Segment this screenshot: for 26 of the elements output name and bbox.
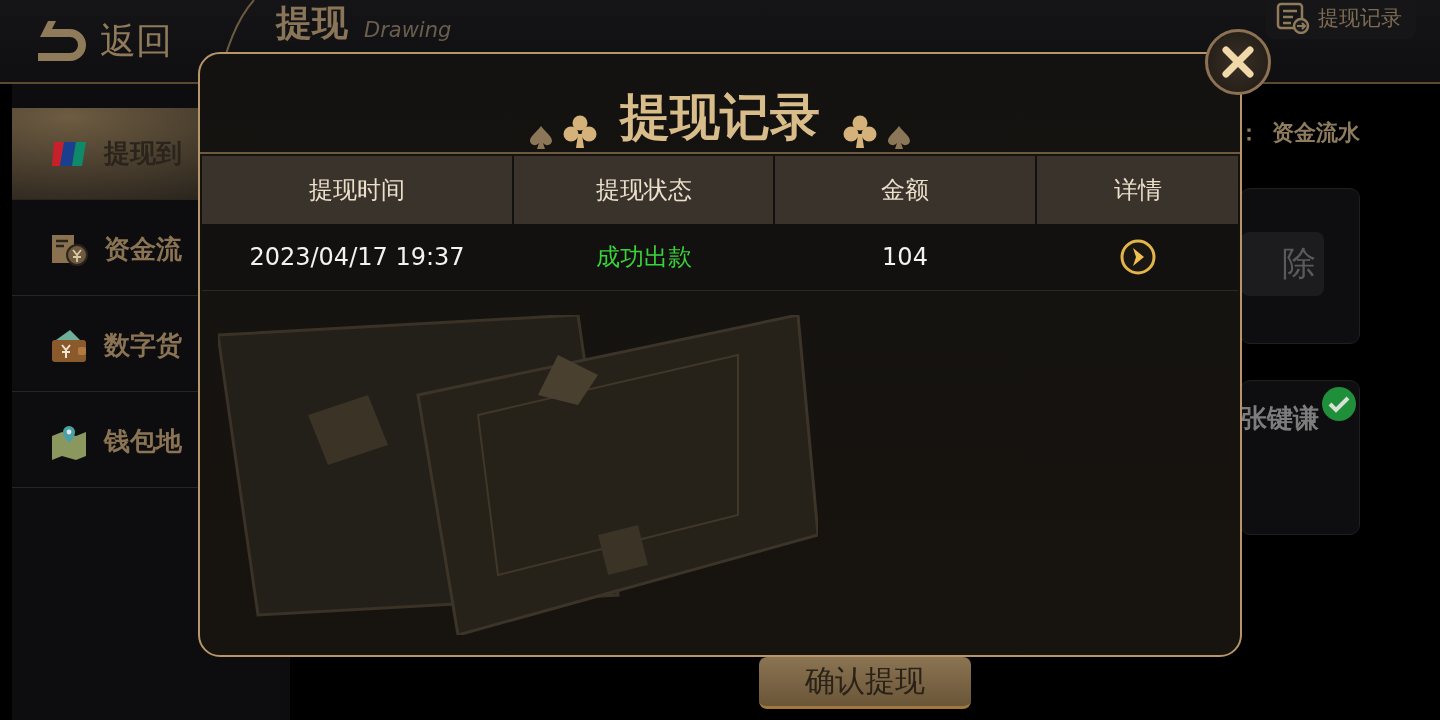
amount-cell-text: 104 bbox=[881, 242, 929, 273]
club-icon bbox=[842, 114, 878, 150]
records-button[interactable]: 提现记录 bbox=[1266, 0, 1416, 39]
list-icon bbox=[1276, 2, 1310, 34]
page-subtitle: Drawing bbox=[364, 19, 452, 41]
back-button[interactable]: 返回 bbox=[0, 0, 172, 82]
status-cell-text: 成功出款 bbox=[594, 242, 693, 273]
ledger-coin-icon bbox=[50, 232, 88, 267]
column-header: 详情 bbox=[1037, 156, 1238, 224]
label-colon: ： bbox=[1238, 119, 1260, 147]
bank-card-icon bbox=[50, 139, 88, 168]
column-header: 金额 bbox=[775, 156, 1035, 224]
page-title: 提现 bbox=[276, 5, 348, 41]
spade-icon bbox=[886, 124, 912, 150]
dialog-title: 提现记录 bbox=[620, 87, 820, 148]
close-icon bbox=[1221, 45, 1255, 79]
funds-label: 资金流水 bbox=[1272, 119, 1360, 147]
column-header: 提现状态 bbox=[514, 156, 773, 224]
club-icon bbox=[562, 114, 598, 150]
spade-icon bbox=[528, 124, 554, 150]
confirm-button[interactable]: 确认提现 bbox=[759, 657, 971, 709]
delete-button[interactable]: 除 bbox=[1241, 232, 1324, 296]
map-pin-icon bbox=[50, 423, 88, 460]
wallet-icon bbox=[50, 327, 88, 364]
column-header: 提现时间 bbox=[202, 156, 512, 224]
account-name: 张键谦 bbox=[1241, 402, 1320, 435]
